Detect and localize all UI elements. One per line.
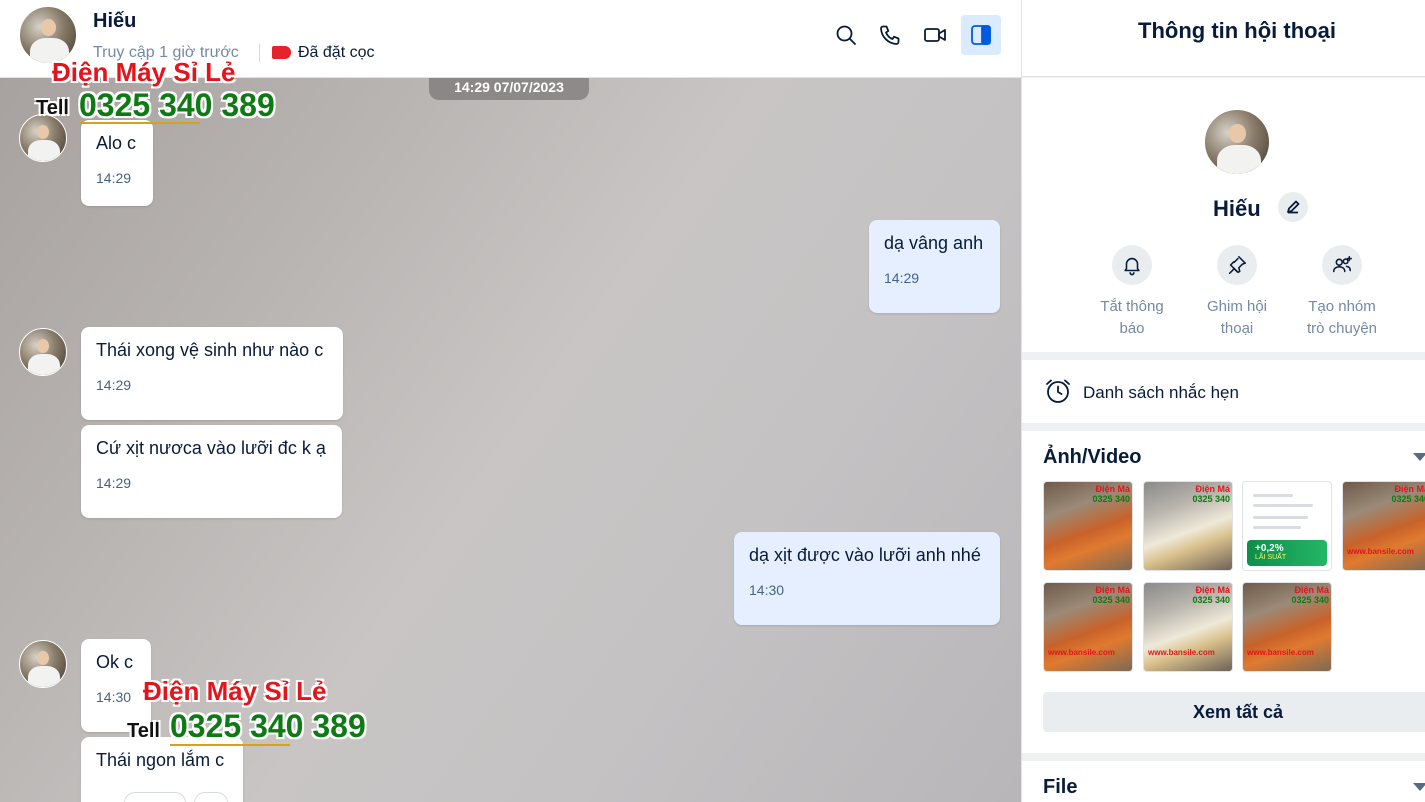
video-call-button[interactable] [915,15,955,55]
see-all-media-button[interactable]: Xem tất cả [1043,692,1425,732]
media-thumbnail[interactable]: Điện Má0325 340 www.bansile.com [1043,582,1133,672]
file-collapse-icon[interactable] [1413,783,1425,791]
message-text: Thái ngon lắm c [96,750,225,770]
profile-avatar[interactable] [1204,109,1270,175]
media-thumbnail[interactable]: Điện Má0325 340 www.bansile.com [1342,481,1425,571]
search-icon [836,25,856,45]
watermark-underline [80,122,200,124]
alarm-clock-icon [1044,377,1072,405]
edit-name-button[interactable] [1278,192,1308,222]
message-bubble-incoming[interactable]: Alo c 14:29 [81,120,153,206]
profile-name: Hiếu [1213,196,1261,221]
message-bubble-incoming[interactable]: Thái xong vệ sinh như nào c 14:29 [81,327,343,420]
message-bubble-outgoing[interactable]: dạ vâng anh 14:29 [869,220,1000,313]
group-add-icon [1332,255,1352,273]
message-list[interactable]: 14:29 07/07/2023 Alo c 14:29 dạ vâng anh… [0,78,1021,802]
voice-call-button[interactable] [870,15,910,55]
media-collapse-icon[interactable] [1413,453,1425,461]
message-time: 14:29 [96,475,132,491]
media-thumbnail[interactable]: Điện Má 0325 340 [1143,481,1233,571]
media-thumbnail[interactable]: Điện Má0325 340 www.bansile.com [1242,582,1332,672]
action-label: Tắt thông báo [1100,298,1164,337]
phone-icon [880,25,900,45]
message-bubble-outgoing[interactable]: dạ xịt được vào lưỡi anh nhé 14:30 [734,532,1000,625]
conversation-tag-label[interactable]: Đã đặt cọc [298,44,374,62]
message-bubble-incoming[interactable]: Cứ xịt nươca vào lưỡi đc k ạ 14:29 [81,425,342,518]
watermark-phone: 0325 340 389 [79,87,275,123]
message-text: Alo c [96,133,137,153]
pin-icon [1228,255,1247,275]
message-text: Cứ xịt nươca vào lưỡi đc k ạ [96,438,326,458]
media-section: Ảnh/Video Điện Má 0325 340 Điện Má 0325 34… [1022,431,1425,753]
promo-banner: +0,2% LÃI SUẤT [1247,540,1327,566]
action-label: Tạo nhóm trò chuyện [1306,298,1378,337]
contact-name[interactable]: Hiếu [93,10,136,33]
watermark-tell: Tell [36,97,69,119]
message-bubble-incoming[interactable]: Ok c 14:30 [81,639,151,732]
header-divider [259,44,260,62]
file-title[interactable]: File [1043,776,1077,799]
profile-section: Hiếu Tắt thông báo Ghim hội thoại Tạo nhóm… [1022,78,1425,352]
message-text: dạ xịt được vào lưỡi anh nhé [749,545,981,565]
create-group-button[interactable]: Tạo nhóm trò chuyện [1287,245,1397,340]
reminders-label: Danh sách nhắc hẹn [1083,383,1239,402]
reaction-badge[interactable] [124,792,186,802]
mute-notifications-button[interactable]: Tắt thông báo [1077,245,1187,340]
watermark-brand: Điện Máy Sỉ Lẻ [143,676,327,706]
video-call-icon [924,28,946,42]
pencil-icon [1287,200,1300,214]
message-time: 14:29 [884,270,920,286]
tag-icon [272,46,291,59]
add-reaction-button[interactable] [194,792,228,802]
panel-title: Thông tin hội thoại [1138,18,1336,43]
message-text: Ok c [96,652,134,672]
message-time: 14:30 [96,689,132,705]
action-label: Ghim hội thoại [1206,298,1268,337]
pin-conversation-button[interactable]: Ghim hội thoại [1182,245,1292,340]
media-thumbnail[interactable]: Điện Má0325 340 www.bansile.com [1143,582,1233,672]
watermark-underline [170,744,290,746]
panel-header: Thông tin hội thoại [1022,0,1425,77]
toggle-info-panel-button[interactable] [961,15,1001,55]
message-text: Thái xong vệ sinh như nào c [96,340,324,360]
file-section: File [1022,761,1425,802]
media-thumbnail[interactable]: +0,2% LÃI SUẤT [1242,481,1332,571]
message-time: 14:29 [96,377,132,393]
bell-icon [1124,257,1140,276]
sidebar-toggle-icon [971,25,991,45]
conversation-info-panel: Thông tin hội thoại Hiếu Tắt thông báo Gh… [1021,0,1425,802]
sender-avatar[interactable] [19,640,67,688]
message-time: 14:29 [96,170,132,186]
media-title[interactable]: Ảnh/Video [1043,446,1142,469]
search-button[interactable] [826,15,866,55]
message-text: dạ vâng anh [884,233,984,253]
sender-avatar[interactable] [19,328,67,376]
watermark-tell: Tell [127,720,160,742]
contact-avatar[interactable] [19,6,77,64]
watermark-phone: 0325 340 389 [170,708,366,744]
watermark-brand: Điện Máy Sỉ Lẻ [52,57,236,87]
message-time: 14:30 [749,582,785,598]
sender-avatar[interactable] [19,114,67,162]
media-thumbnail[interactable]: Điện Má 0325 340 [1043,481,1133,571]
date-divider: 14:29 07/07/2023 [429,78,589,100]
reminders-row[interactable]: Danh sách nhắc hẹn [1022,360,1425,423]
